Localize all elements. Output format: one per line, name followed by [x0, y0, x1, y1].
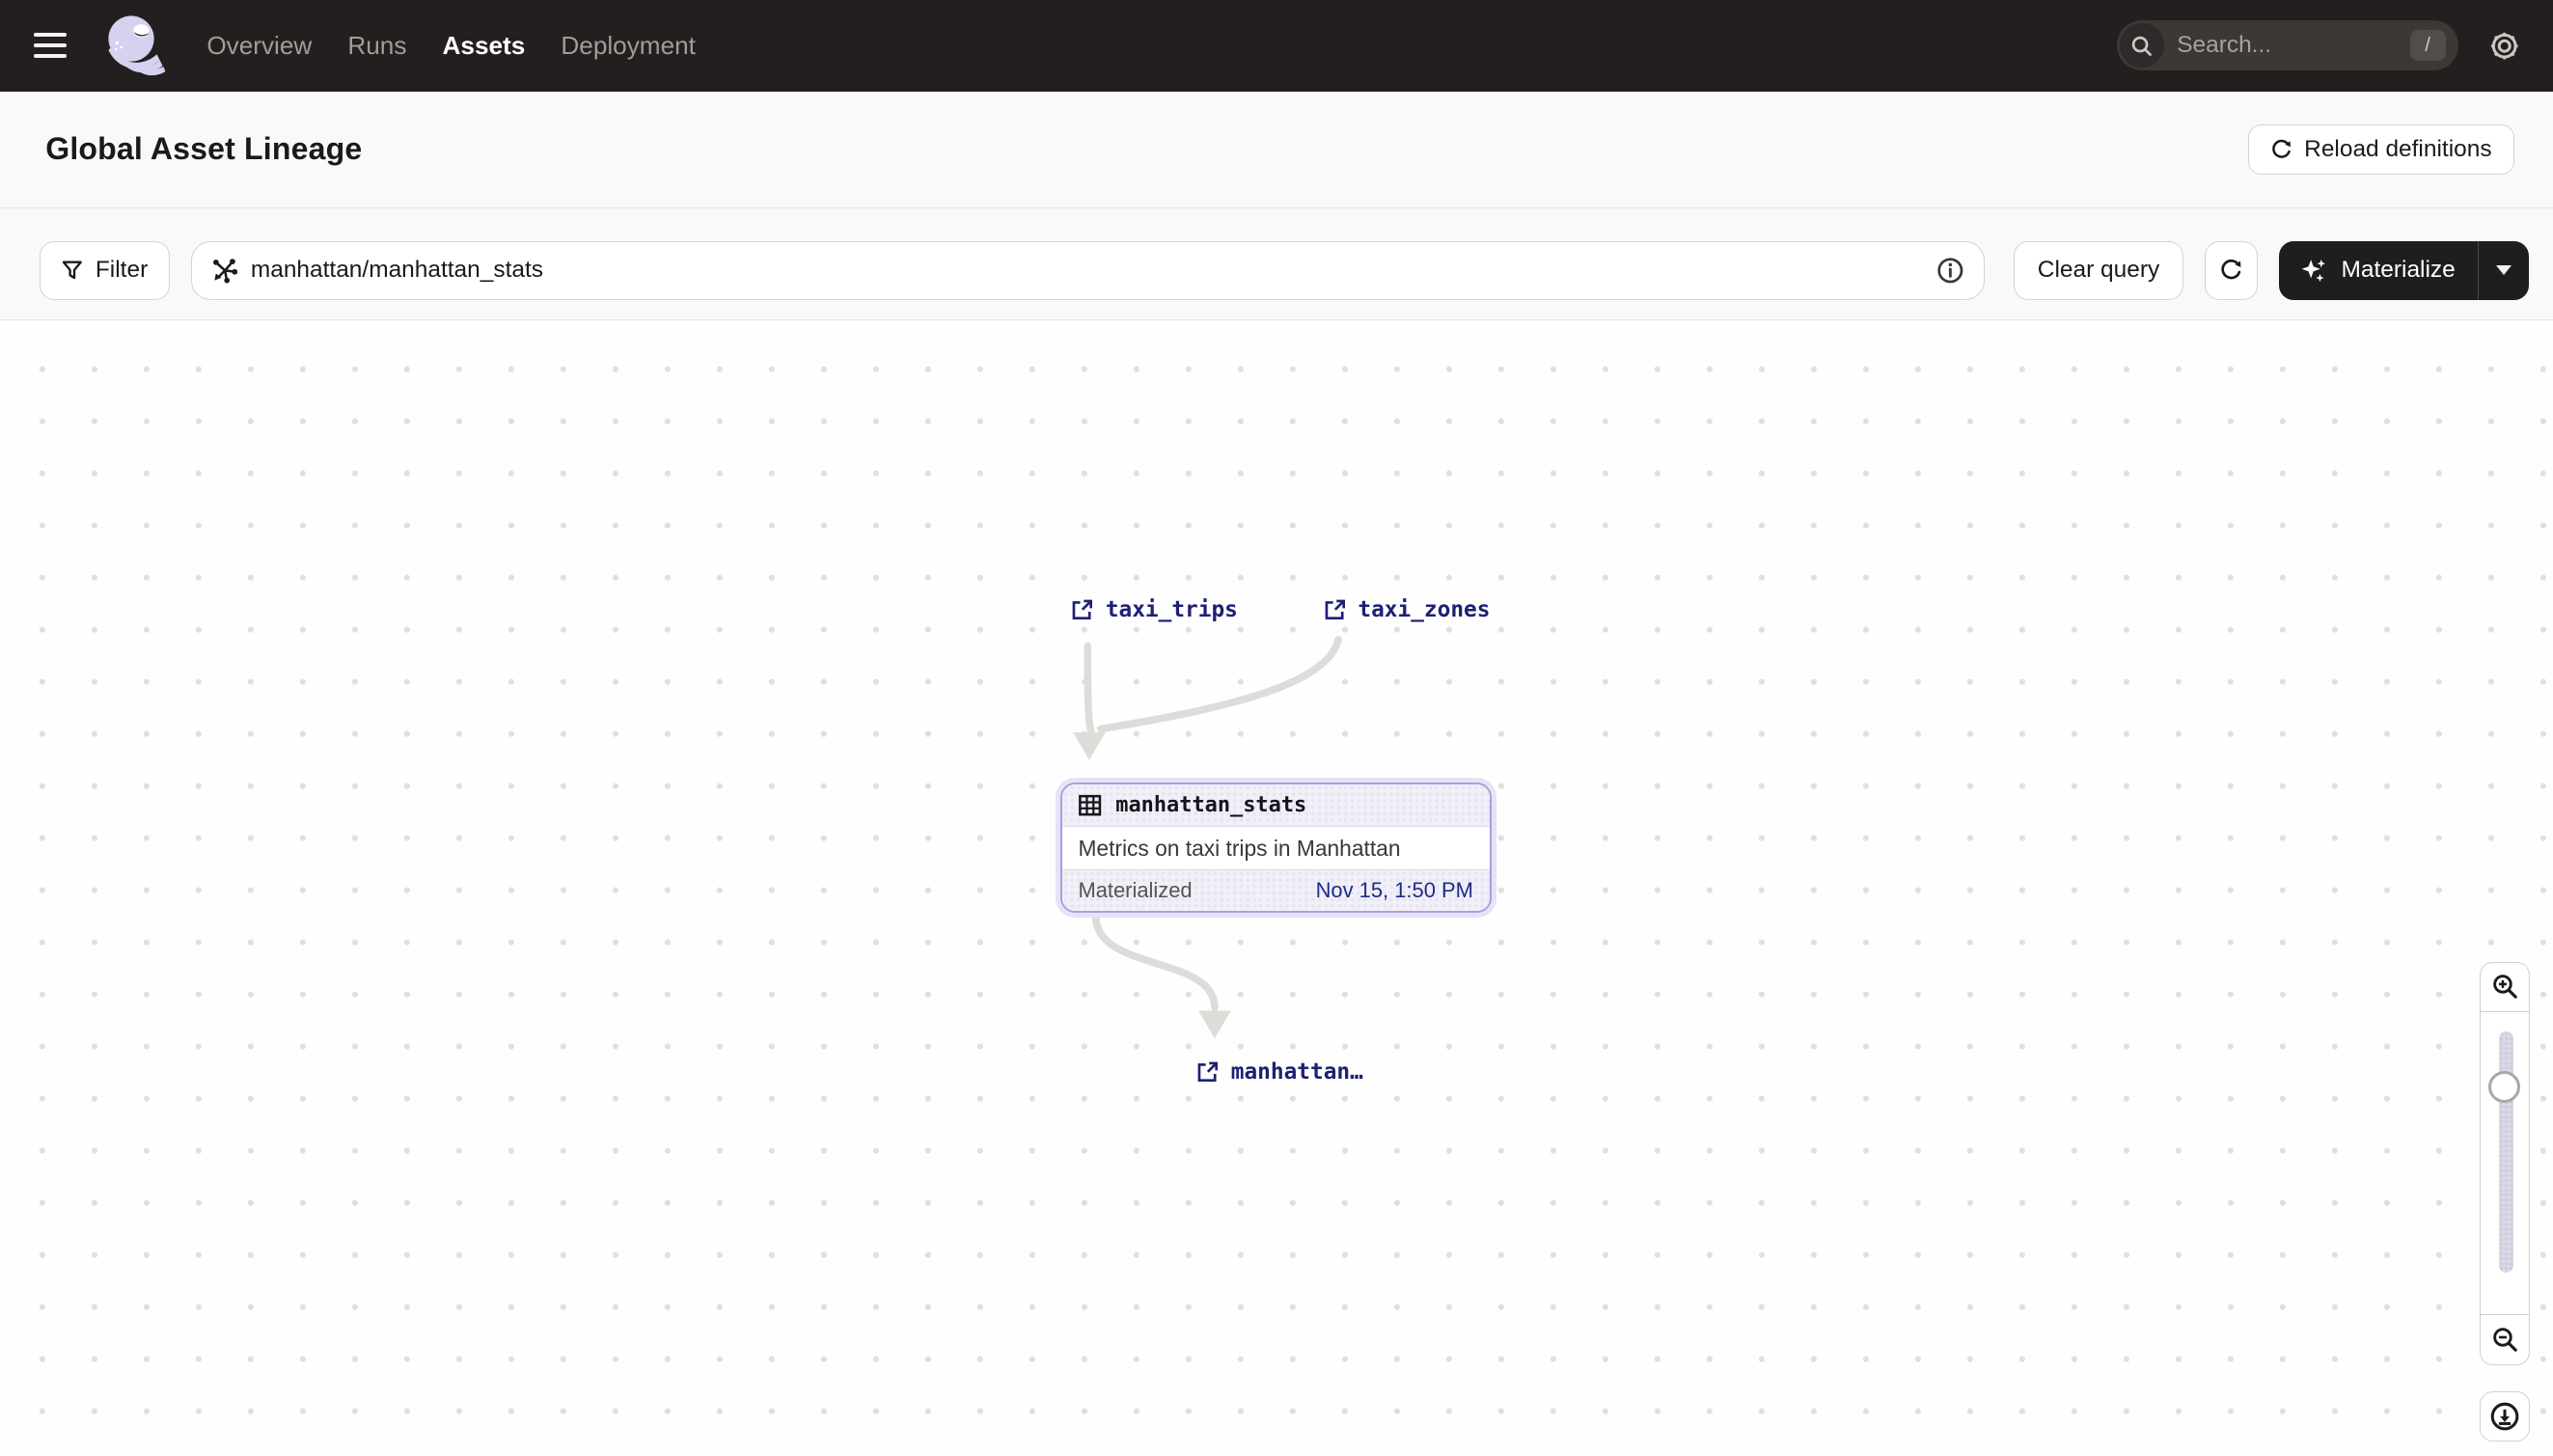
table-icon [1079, 794, 1102, 816]
clear-query-label: Clear query [2037, 257, 2160, 284]
materialize-button[interactable]: Materialize [2279, 241, 2478, 300]
zoom-slider-handle[interactable] [2487, 1070, 2521, 1104]
arrowhead-icon [1198, 1010, 1231, 1038]
asset-query-input[interactable]: manhattan/manhattan_stats [191, 240, 1985, 300]
nav-item-deployment[interactable]: Deployment [546, 17, 710, 73]
asset-link-label: taxi_trips [1105, 596, 1238, 622]
external-link-icon [1197, 1061, 1219, 1083]
nav-item-assets[interactable]: Assets [427, 17, 539, 73]
asset-node-manhattan-stats[interactable]: manhattan_stats Metrics on taxi trips in… [1059, 783, 1492, 913]
asset-link-taxi-trips[interactable]: taxi_trips [1071, 597, 1238, 622]
refresh-icon [2271, 139, 2291, 158]
zoom-slider[interactable] [2480, 1011, 2531, 1315]
zoom-out-button[interactable] [2480, 1314, 2531, 1366]
page-header: Global Asset Lineage Reload definitions [0, 91, 2553, 208]
asset-node-footer: Materialized Nov 15, 1:50 PM [1061, 869, 1490, 911]
asset-link-taxi-zones[interactable]: taxi_zones [1324, 596, 1491, 622]
materialize-label: Materialize [2341, 257, 2456, 284]
external-link-icon [1072, 599, 1093, 619]
reload-definitions-label: Reload definitions [2304, 135, 2492, 162]
asset-node-description: Metrics on taxi trips in Manhattan [1061, 827, 1490, 870]
reload-definitions-button[interactable]: Reload definitions [2247, 124, 2514, 175]
materialize-split-button: Materialize [2279, 240, 2529, 300]
materialization-status-label: Materialized [1078, 878, 1193, 903]
filter-button[interactable]: Filter [39, 240, 171, 300]
zoom-in-icon [2493, 975, 2517, 1000]
arrowhead-icon [1073, 731, 1106, 760]
search-placeholder: Search... [2177, 32, 2272, 59]
edge-taxi-zones-to-manhattan-stats [1096, 635, 1342, 733]
chevron-down-icon [2496, 265, 2512, 276]
refresh-icon [2221, 260, 2241, 280]
external-link-icon [1325, 599, 1345, 619]
materialization-timestamp-link[interactable]: Nov 15, 1:50 PM [1316, 878, 1473, 903]
asset-query-value: manhattan/manhattan_stats [250, 257, 543, 284]
nav-item-overview[interactable]: Overview [192, 17, 326, 73]
zoom-in-button[interactable] [2480, 961, 2531, 1012]
edge-taxi-trips-to-manhattan-stats [1084, 642, 1095, 734]
materialize-dropdown-button[interactable] [2478, 240, 2528, 300]
asset-link-manhattan-map[interactable]: manhattan… [1196, 1059, 1363, 1085]
edge-manhattan-stats-to-downstream [1091, 912, 1219, 1011]
settings-button[interactable] [2482, 23, 2527, 69]
sparkle-icon [2301, 259, 2326, 282]
global-search-input[interactable]: Search... / [2116, 20, 2459, 71]
asset-description-text: Metrics on taxi trips in Manhattan [1078, 835, 1401, 861]
clear-query-button[interactable]: Clear query [2014, 240, 2183, 300]
hamburger-menu-icon[interactable] [23, 18, 78, 73]
asset-link-label: taxi_zones [1358, 596, 1491, 622]
asset-graph-icon [212, 258, 237, 284]
download-image-button[interactable] [2480, 1391, 2531, 1442]
search-shortcut-badge: / [2409, 30, 2446, 62]
asset-link-label: manhattan… [1230, 1058, 1363, 1085]
refresh-graph-button[interactable] [2204, 240, 2259, 300]
filter-label: Filter [95, 257, 149, 284]
filter-funnel-icon [63, 261, 83, 280]
top-navbar: Overview Runs Assets Deployment Search..… [0, 0, 2553, 92]
primary-nav: Overview Runs Assets Deployment [192, 17, 710, 73]
zoom-out-icon [2493, 1328, 2517, 1352]
dagster-logo[interactable] [101, 12, 170, 80]
asset-node-header: manhattan_stats [1061, 784, 1490, 828]
dagster-octopus-icon [108, 15, 166, 75]
asset-node-name: manhattan_stats [1115, 793, 1307, 818]
search-icon [2120, 23, 2164, 69]
lineage-toolbar: Filter manhattan/manhattan_stats Clear q… [0, 208, 2553, 320]
lineage-graph-canvas[interactable]: taxi_trips taxi_zones manhattan_stats Me… [0, 319, 2553, 1456]
download-icon [2490, 1402, 2519, 1431]
nav-item-runs[interactable]: Runs [333, 17, 421, 73]
gear-icon [2490, 32, 2518, 60]
zoom-controls [2480, 961, 2531, 1442]
zoom-slider-track[interactable] [2498, 1031, 2513, 1273]
info-icon[interactable] [1936, 257, 1964, 285]
page-title: Global Asset Lineage [45, 131, 363, 167]
